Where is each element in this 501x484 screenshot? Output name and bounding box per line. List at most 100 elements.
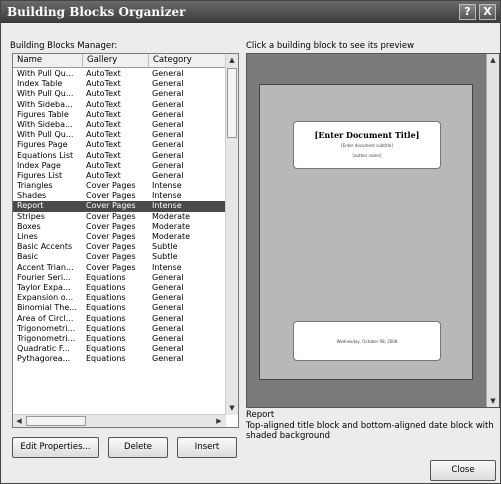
list-item[interactable]: Area of Circl... Equations General — [13, 314, 226, 324]
item-category: General — [152, 272, 184, 282]
scroll-right-icon[interactable]: ▶ — [213, 415, 225, 427]
list-item[interactable]: Basic Accents Cover Pages Subtle — [13, 242, 226, 252]
item-name: Figures Table — [17, 109, 69, 119]
list-item[interactable]: With Sideba... AutoText General — [13, 120, 226, 130]
dialog-title: Building Blocks Organizer — [7, 5, 186, 19]
item-name: Triangles — [17, 181, 53, 191]
item-name: Accent Trian... — [17, 262, 74, 272]
preview-hint: Click a building block to see its previe… — [246, 41, 415, 51]
list-horizontal-scrollbar[interactable]: ◀ ▶ — [13, 414, 226, 427]
list-item[interactable]: Figures Page AutoText General — [13, 140, 226, 150]
item-name: Report — [17, 201, 44, 211]
list-item[interactable]: With Pull Qu... AutoText General — [13, 89, 226, 99]
item-gallery: Cover Pages — [86, 262, 136, 272]
horizontal-scroll-thumb[interactable] — [26, 416, 86, 426]
list-item[interactable]: Index Page AutoText General — [13, 161, 226, 171]
cover-page-preview: [Enter Document Title] [Enter document s… — [259, 84, 473, 380]
manager-label: Building Blocks Manager: — [10, 41, 118, 51]
list-item[interactable]: Accent Trian... Cover Pages Intense — [13, 263, 226, 273]
list-item[interactable]: Binomial The... Equations General — [13, 303, 226, 313]
item-name: Shades — [17, 191, 47, 201]
item-gallery: Equations — [86, 333, 126, 343]
list-item[interactable]: Basic Cover Pages Subtle — [13, 252, 226, 262]
item-category: Subtle — [152, 252, 178, 262]
item-name: Equations List — [17, 150, 74, 160]
item-name: Quadratic F... — [17, 344, 70, 354]
item-gallery: Equations — [86, 323, 126, 333]
item-category: General — [152, 354, 184, 364]
list-item[interactable]: Quadratic F... Equations General — [13, 344, 226, 354]
item-category: General — [152, 119, 184, 129]
item-gallery: AutoText — [86, 140, 121, 150]
item-name: Taylor Expa... — [17, 282, 71, 292]
list-item[interactable]: With Pull Qu... AutoText General — [13, 69, 226, 79]
item-gallery: AutoText — [86, 130, 121, 140]
item-category: Intense — [152, 201, 182, 211]
item-gallery: Cover Pages — [86, 232, 136, 241]
list-item[interactable]: Lines Cover Pages Moderate — [13, 232, 226, 242]
list-header: Name Gallery Category — [13, 54, 226, 68]
item-gallery: Equations — [86, 354, 126, 364]
item-gallery: Equations — [86, 293, 126, 303]
scroll-down-icon[interactable]: ▼ — [226, 402, 238, 414]
list-item[interactable]: Index Table AutoText General — [13, 79, 226, 89]
preview-vertical-scrollbar[interactable]: ▲ ▼ — [486, 54, 499, 407]
list-item[interactable]: Expansion o... Equations General — [13, 293, 226, 303]
preview-scroll-up-icon[interactable]: ▲ — [487, 54, 499, 66]
list-vertical-scrollbar[interactable]: ▲ ▼ — [225, 54, 238, 415]
scroll-thumb[interactable] — [227, 68, 237, 138]
item-gallery: AutoText — [86, 150, 121, 160]
list-item[interactable]: Pythagorea... Equations General — [13, 354, 226, 364]
building-blocks-list[interactable]: Name Gallery Category With Pull Qu... Aut… — [12, 53, 239, 428]
list-item[interactable]: Equations List AutoText General — [13, 151, 226, 161]
list-item[interactable]: Triangles Cover Pages Intense — [13, 181, 226, 191]
list-item[interactable]: Figures List AutoText General — [13, 171, 226, 181]
list-item[interactable]: Taylor Expa... Equations General — [13, 283, 226, 293]
item-gallery: Cover Pages — [86, 181, 136, 191]
selected-block-name: Report — [246, 410, 275, 420]
list-item[interactable]: Figures Table AutoText General — [13, 110, 226, 120]
item-category: General — [152, 160, 184, 170]
close-window-button[interactable]: X — [479, 4, 496, 20]
column-header-gallery[interactable]: Gallery — [83, 54, 149, 68]
item-name: Expansion o... — [17, 293, 74, 303]
list-item[interactable]: Stripes Cover Pages Moderate — [13, 212, 226, 222]
preview-scroll-down-icon[interactable]: ▼ — [487, 395, 499, 407]
edit-properties-button[interactable]: Edit Properties... — [12, 437, 99, 458]
close-button[interactable]: Close — [430, 460, 496, 481]
list-item[interactable]: Fourier Seri... Equations General — [13, 273, 226, 283]
item-category: Intense — [152, 181, 182, 191]
item-gallery: AutoText — [86, 69, 121, 78]
item-gallery: AutoText — [86, 99, 121, 109]
list-item[interactable]: With Sideba... AutoText General — [13, 100, 226, 110]
item-name: Binomial The... — [17, 303, 77, 313]
insert-button[interactable]: Insert — [177, 437, 237, 458]
list-item[interactable]: Report Cover Pages Intense — [13, 201, 226, 212]
column-header-name[interactable]: Name — [13, 54, 83, 68]
item-gallery: AutoText — [86, 79, 121, 89]
author-placeholder: [author name] — [352, 153, 382, 158]
doc-subtitle-placeholder: [Enter document subtitle] — [341, 143, 393, 148]
item-category: General — [152, 282, 184, 292]
title-block: [Enter Document Title] [Enter document s… — [293, 121, 441, 169]
list-item[interactable]: Trigonometri... Equations General — [13, 324, 226, 334]
item-category: General — [152, 170, 184, 180]
item-gallery: Cover Pages — [86, 211, 136, 221]
help-button[interactable]: ? — [459, 4, 476, 20]
list-item[interactable]: Boxes Cover Pages Moderate — [13, 222, 226, 232]
scroll-left-icon[interactable]: ◀ — [13, 415, 25, 427]
item-name: Fourier Seri... — [17, 272, 71, 282]
item-name: Trigonometri... — [17, 333, 76, 343]
list-item[interactable]: With Pull Qu... AutoText General — [13, 130, 226, 140]
item-name: With Sideba... — [17, 119, 73, 129]
column-header-category[interactable]: Category — [149, 54, 226, 68]
item-gallery: Equations — [86, 344, 126, 354]
preview-pane: [Enter Document Title] [Enter document s… — [246, 53, 500, 408]
item-gallery: Equations — [86, 272, 126, 282]
scroll-up-icon[interactable]: ▲ — [226, 54, 238, 66]
list-item[interactable]: Trigonometri... Equations General — [13, 334, 226, 344]
item-name: Lines — [17, 232, 38, 241]
item-name: Index Page — [17, 160, 61, 170]
delete-button[interactable]: Delete — [108, 437, 168, 458]
list-item[interactable]: Shades Cover Pages Intense — [13, 191, 226, 201]
